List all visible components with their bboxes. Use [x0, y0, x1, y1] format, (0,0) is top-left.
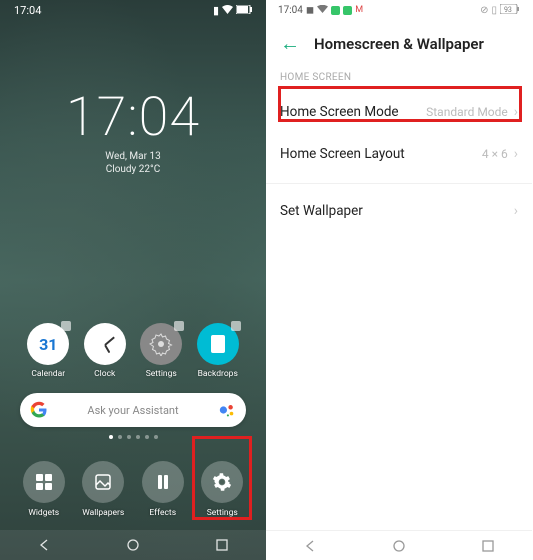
- option-widgets[interactable]: Widgets: [17, 461, 71, 518]
- calendar-icon: 31: [27, 323, 69, 365]
- mute-icon: ⊘: [480, 5, 488, 16]
- signal-icon: ▮: [213, 4, 219, 17]
- app-label: Calendar: [26, 369, 71, 379]
- row-label: Set Wallpaper: [280, 203, 363, 219]
- row-home-screen-layout[interactable]: Home Screen Layout 4 × 6 ›: [266, 133, 532, 175]
- option-label: Widgets: [17, 508, 71, 518]
- chevron-right-icon: ›: [514, 203, 518, 219]
- apps-row: 31 Calendar Clock Settings Backdrops: [0, 323, 266, 379]
- option-wallpapers[interactable]: Wallpapers: [76, 461, 130, 518]
- status-time: 17:04: [278, 5, 303, 16]
- nav-back[interactable]: [33, 534, 55, 556]
- clock-icon: [84, 323, 126, 365]
- page-indicator: [0, 435, 266, 439]
- settings-screen: 17:04 ◼ M ⊘ ▯ 93 ← Homescreen & Wallpape…: [266, 0, 532, 560]
- app-badge-icon: [331, 6, 340, 15]
- row-value: 4 × 6: [482, 147, 508, 161]
- wallpapers-icon: [82, 461, 124, 503]
- backdrops-icon: [197, 323, 239, 365]
- nav-bar: [266, 530, 532, 560]
- divider: [266, 183, 532, 184]
- dot: [154, 435, 158, 439]
- row-value: Standard Mode: [426, 105, 508, 119]
- home-screen: 17:04 ▮ 17:04 Wed, Mar 13 Cloudy 22°C 31…: [0, 0, 266, 560]
- option-label: Wallpapers: [76, 508, 130, 518]
- search-placeholder: Ask your Assistant: [48, 404, 218, 417]
- app-settings[interactable]: Settings: [139, 323, 184, 379]
- chevron-right-icon: ›: [514, 146, 518, 162]
- option-settings[interactable]: Settings: [195, 461, 249, 518]
- dot: [136, 435, 140, 439]
- app-clock[interactable]: Clock: [83, 323, 128, 379]
- dot: [109, 435, 113, 439]
- app-label: Settings: [139, 369, 184, 379]
- nav-home[interactable]: [122, 534, 144, 556]
- launcher-options: Widgets Wallpapers Effects Settings: [0, 451, 266, 518]
- dot: [127, 435, 131, 439]
- option-label: Effects: [136, 508, 190, 518]
- assistant-icon: [218, 401, 236, 419]
- row-set-wallpaper[interactable]: Set Wallpaper ›: [266, 190, 532, 232]
- app-backdrops[interactable]: Backdrops: [196, 323, 241, 379]
- back-arrow-icon[interactable]: ←: [280, 31, 300, 56]
- row-label: Home Screen Layout: [280, 146, 405, 162]
- settings-header: ← Homescreen & Wallpaper: [266, 17, 532, 72]
- section-header: HOME SCREEN: [266, 72, 532, 91]
- battery-icon: 93: [500, 4, 520, 17]
- google-icon: [30, 401, 48, 419]
- nav-home[interactable]: [388, 535, 410, 557]
- nav-back[interactable]: [299, 535, 321, 557]
- assistant-search[interactable]: Ask your Assistant: [20, 393, 246, 427]
- status-bar-left: 17:04 ▮: [0, 0, 266, 18]
- nav-recent[interactable]: [211, 534, 233, 556]
- notif-icon: ◼: [306, 5, 314, 16]
- dot: [118, 435, 122, 439]
- status-bar-right: 17:04 ◼ M ⊘ ▯ 93: [266, 0, 532, 17]
- clock-time: 17:04: [0, 86, 266, 149]
- status-time: 17:04: [14, 4, 41, 17]
- app-badge-icon: [343, 6, 352, 15]
- app-label: Clock: [83, 369, 128, 379]
- chevron-right-icon: ›: [514, 104, 518, 120]
- page-title: Homescreen & Wallpaper: [314, 35, 484, 53]
- nav-recent[interactable]: [477, 535, 499, 557]
- clock-widget[interactable]: 17:04 Wed, Mar 13 Cloudy 22°C: [0, 86, 266, 175]
- app-calendar[interactable]: 31 Calendar: [26, 323, 71, 379]
- option-effects[interactable]: Effects: [136, 461, 190, 518]
- row-label: Home Screen Mode: [280, 104, 399, 120]
- wifi-icon: [222, 4, 233, 17]
- svg-text:93: 93: [504, 6, 512, 14]
- gear-icon: [140, 323, 182, 365]
- battery-icon: [236, 4, 252, 17]
- vibrate-icon: ▯: [491, 5, 497, 16]
- widgets-icon: [23, 461, 65, 503]
- clock-weather: Cloudy 22°C: [0, 164, 266, 175]
- settings-icon: [201, 461, 243, 503]
- mail-icon: M: [355, 5, 363, 15]
- nav-bar: [0, 530, 266, 560]
- effects-icon: [142, 461, 184, 503]
- option-label: Settings: [195, 508, 249, 518]
- row-home-screen-mode[interactable]: Home Screen Mode Standard Mode ›: [266, 91, 532, 133]
- app-label: Backdrops: [196, 369, 241, 379]
- clock-date: Wed, Mar 13: [0, 151, 266, 162]
- wifi-icon: [317, 5, 328, 16]
- dot: [145, 435, 149, 439]
